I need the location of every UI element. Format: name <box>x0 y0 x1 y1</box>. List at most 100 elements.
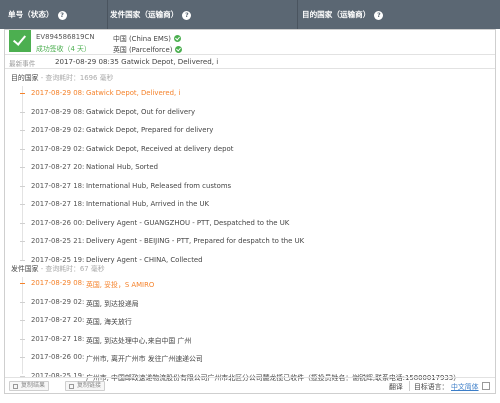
destination-section-title: 目的国家 - 查询耗时：1696 毫秒 <box>11 72 113 82</box>
header-destination-label: 目的国家（运输商） <box>302 10 371 19</box>
timeline-tick <box>20 338 25 340</box>
expand-icon[interactable] <box>482 382 490 390</box>
header-destination-col: 目的国家（运输商）? <box>302 0 384 29</box>
event-description: Delivery Agent - GUANGZHOU - PTT, Despat… <box>86 218 290 227</box>
destination-title: 目的国家 <box>11 74 39 82</box>
event-description: Gatwick Depot, Prepared for delivery <box>86 126 214 134</box>
event-time: 2017-08-27 18:00 <box>31 181 84 190</box>
target-language-label: 目标语言： <box>414 383 449 391</box>
results-header: 单号（状态）? 发件国家（运输商）? 目的国家（运输商）? <box>0 0 500 29</box>
event-description: 英国, 妥投，S AMIRO <box>86 281 155 289</box>
timeline-tick <box>20 167 25 168</box>
event-time: 2017-08-29 02:00 <box>31 144 84 153</box>
copy-result-button[interactable]: 复制结果 <box>9 381 50 391</box>
event-description: Gatwick Depot, Delivered, i <box>86 89 181 97</box>
timeline-event: 2017-08-29 02:00Gatwick Depot, Received … <box>5 141 495 159</box>
origin-carrier-label: 中国 (China EMS) <box>113 35 171 43</box>
event-time: 2017-08-27 18:00 <box>31 334 84 343</box>
link-icon <box>69 383 74 389</box>
event-description: 英国, 到达处理中心,来自中国 广州 <box>86 336 192 345</box>
verified-icon <box>175 46 183 53</box>
timeline-tick <box>20 301 25 303</box>
event-description: Gatwick Depot, Received at delivery depo… <box>86 144 234 153</box>
timeline-event: 2017-08-29 08:35Gatwick Depot, Delivered… <box>5 85 495 103</box>
timeline-event: 2017-08-26 00:00广州市, 离开广州市 发往广州速递公司 <box>5 349 495 367</box>
timeline-event: 2017-08-29 02:00英国, 到达投递局 <box>5 294 495 312</box>
verified-icon <box>173 35 181 42</box>
delivery-status: 成功签收（4 天） <box>36 45 91 53</box>
origin-query-time: - 查询耗时：67 毫秒 <box>38 265 105 273</box>
header-origin-label: 发件国家（运输商） <box>110 10 179 19</box>
event-time: 2017-08-29 02:00 <box>31 297 84 306</box>
copy-icon <box>13 383 18 389</box>
event-time: 2017-08-26 00:00 <box>31 218 84 227</box>
timeline-tick <box>20 204 25 205</box>
header-divider <box>297 0 298 29</box>
header-tracking-col: 单号（状态）? <box>8 0 67 29</box>
latest-event-value: 2017-08-29 08:35 Gatwick Depot, Delivere… <box>55 57 219 66</box>
timeline-tick <box>20 130 25 131</box>
timeline-event: 2017-08-25 21:00Delivery Agent - BEIJING… <box>5 233 495 251</box>
timeline-event: 2017-08-27 18:00International Hub, Relea… <box>5 178 495 196</box>
timeline-event: 2017-08-27 18:00英国, 到达处理中心,来自中国 广州 <box>5 331 495 349</box>
copy-link-button[interactable]: 复制链接 <box>65 381 106 391</box>
timeline-event: 2017-08-29 08:00Gatwick Depot, Out for d… <box>5 104 495 122</box>
event-time: 2017-08-29 08:35 <box>31 279 84 287</box>
header-tracking-label: 单号（状态） <box>8 10 54 19</box>
timeline-tick <box>20 357 25 358</box>
latest-event-label: 最新事件 <box>9 60 36 68</box>
event-time: 2017-08-29 02:00 <box>31 126 84 134</box>
tracking-number[interactable]: EV894586819CN <box>36 33 95 41</box>
timeline-event: 2017-08-27 20:00National Hub, Sorted <box>5 159 495 177</box>
event-time: 2017-08-25 21:00 <box>31 237 84 245</box>
help-icon[interactable]: ? <box>57 10 67 20</box>
destination-carrier-label: 英国 (Parcelforce) <box>113 46 173 54</box>
copy-result-label: 复制结果 <box>21 382 46 389</box>
timeline-tick <box>20 283 25 284</box>
event-description: 广州市, 离开广州市 发往广州速递公司 <box>86 355 203 363</box>
timeline-tick <box>20 93 25 94</box>
event-time: 2017-08-26 00:00 <box>31 353 84 361</box>
event-description: 英国, 海关放行 <box>86 318 132 326</box>
event-description: Delivery Agent - BEIJING - PTT, Prepared… <box>86 237 305 245</box>
event-description: International Hub, Arrived in the UK <box>86 200 210 208</box>
destination-query-time: - 查询耗时：1696 毫秒 <box>38 74 114 82</box>
timeline-event: 2017-08-27 18:00International Hub, Arriv… <box>5 196 495 214</box>
delivered-check-icon <box>9 30 31 52</box>
destination-carrier: 英国 (Parcelforce) <box>113 44 183 54</box>
help-icon[interactable]: ? <box>374 10 384 20</box>
event-description: Gatwick Depot, Out for delivery <box>86 107 196 116</box>
event-time: 2017-08-29 08:00 <box>31 107 84 116</box>
timeline-tick <box>20 185 25 187</box>
help-icon[interactable]: ? <box>182 10 192 20</box>
event-description: National Hub, Sorted <box>86 163 158 171</box>
footer-divider <box>409 381 410 391</box>
timeline-tick <box>20 241 25 242</box>
translate-button[interactable]: 翻译 <box>389 381 403 391</box>
target-language-link[interactable]: 中文简体 <box>451 381 479 391</box>
origin-carrier: 中国 (China EMS) <box>113 33 181 43</box>
event-time: 2017-08-27 18:00 <box>31 200 84 208</box>
timeline-event: 2017-08-29 02:00Gatwick Depot, Prepared … <box>5 122 495 140</box>
header-divider <box>107 0 108 29</box>
origin-section-title: 发件国家 - 查询耗时：67 毫秒 <box>11 263 105 273</box>
latest-event-row: 最新事件 2017-08-29 08:35 Gatwick Depot, Del… <box>5 55 495 69</box>
event-time: 2017-08-27 20:00 <box>31 316 84 324</box>
event-description: 英国, 到达投递局 <box>86 299 139 308</box>
origin-title: 发件国家 <box>11 265 39 273</box>
timeline-event: 2017-08-27 20:00英国, 海关放行 <box>5 312 495 330</box>
timeline-tick <box>20 111 25 113</box>
copy-link-label: 复制链接 <box>77 382 102 389</box>
tracking-result-panel: EV894586819CN 成功签收（4 天） 中国 (China EMS) 英… <box>4 29 496 394</box>
event-time: 2017-08-27 20:00 <box>31 163 84 171</box>
timeline-tick <box>20 320 25 321</box>
timeline-tick <box>20 222 25 224</box>
timeline-event: 2017-08-29 08:35英国, 妥投，S AMIRO <box>5 275 495 293</box>
result-footer: 复制结果 复制链接 翻译 目标语言： 中文简体 <box>5 377 495 394</box>
timeline-tick <box>20 148 25 150</box>
tracking-summary-row[interactable]: EV894586819CN 成功签收（4 天） 中国 (China EMS) 英… <box>5 30 495 55</box>
event-time: 2017-08-29 08:35 <box>31 89 84 97</box>
timeline-tick <box>20 259 25 261</box>
timeline-event: 2017-08-26 00:00Delivery Agent - GUANGZH… <box>5 215 495 233</box>
header-origin-col: 发件国家（运输商）? <box>110 0 192 29</box>
